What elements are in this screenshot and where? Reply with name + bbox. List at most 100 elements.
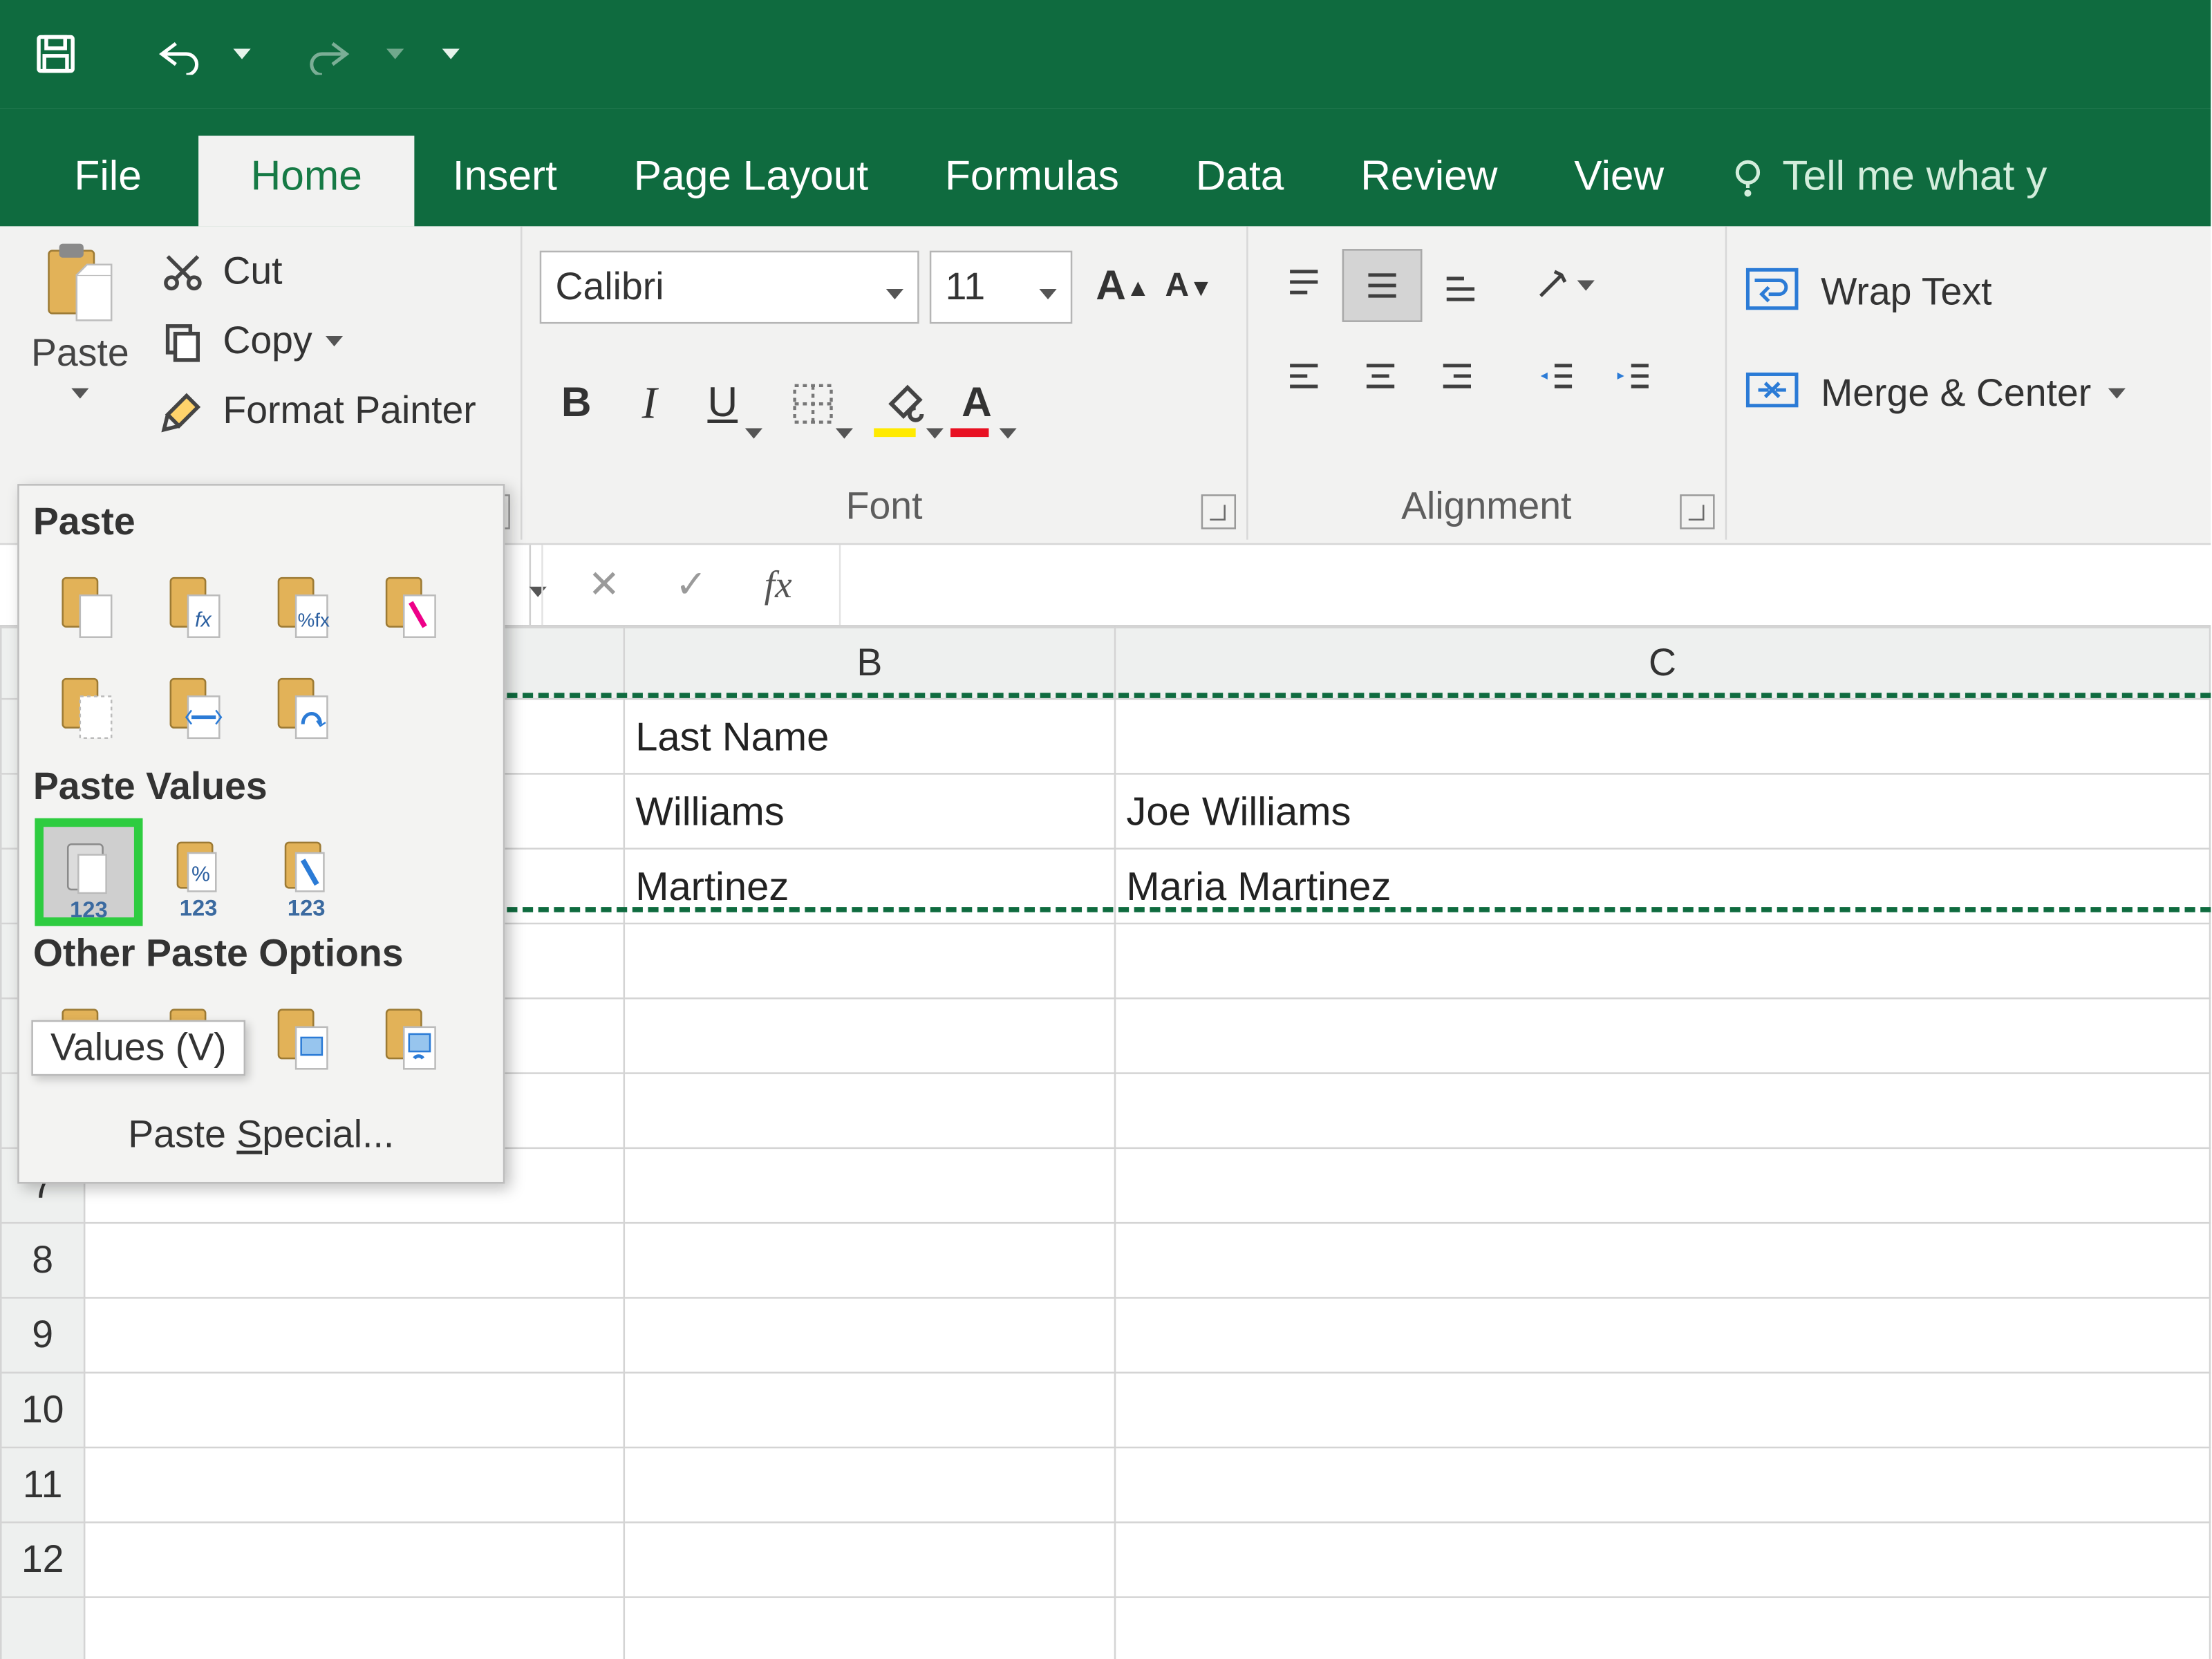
paste-linked-picture-button[interactable] (364, 991, 458, 1085)
merge-dropdown[interactable] (2108, 388, 2126, 399)
font-color-button[interactable]: A (940, 367, 1013, 440)
formula-input[interactable] (841, 545, 2211, 625)
paste-formulas-button[interactable]: fx (148, 559, 242, 653)
paste-label: Paste (31, 330, 129, 375)
table-row: 12 (1, 1522, 2210, 1597)
format-painter-button[interactable]: Format Painter (157, 376, 503, 446)
format-painter-label: Format Painter (223, 388, 476, 433)
redo-button[interactable] (289, 12, 373, 96)
cell-C2[interactable]: Joe Williams (1115, 774, 2210, 848)
cell-B1[interactable]: Last Name (624, 699, 1115, 774)
paste-values-section-header: Paste Values (33, 765, 489, 809)
tab-formulas[interactable]: Formulas (907, 135, 1158, 226)
group-wrap-merge: Wrap Text Merge & Center (1727, 226, 2211, 539)
group-alignment: Alignment (1248, 226, 1727, 539)
decrease-indent-button[interactable] (1519, 341, 1596, 411)
alignment-launcher[interactable] (1680, 494, 1714, 529)
tab-file[interactable]: File (17, 135, 198, 226)
copy-button[interactable]: Copy (157, 306, 503, 376)
align-center-button[interactable] (1342, 341, 1418, 411)
paste-picture-button[interactable] (256, 991, 350, 1085)
fx-button[interactable]: fx (735, 562, 822, 607)
align-right-button[interactable] (1418, 341, 1495, 411)
cell-B2[interactable]: Williams (624, 774, 1115, 848)
other-paste-section-header: Other Paste Options (33, 931, 489, 976)
group-alignment-label: Alignment (1248, 484, 1725, 529)
paste-no-borders-button[interactable] (40, 659, 134, 753)
tab-insert[interactable]: Insert (414, 135, 595, 226)
copy-icon (157, 315, 209, 368)
wrap-text-button[interactable]: Wrap Text (1744, 247, 2193, 338)
increase-font-button[interactable]: A▲ (1090, 252, 1156, 322)
italic-button[interactable]: I (613, 367, 686, 440)
col-header-C[interactable]: C (1115, 628, 2210, 699)
bold-button[interactable]: B (540, 367, 613, 440)
paste-keep-source-button[interactable] (364, 559, 458, 653)
save-button[interactable] (14, 12, 97, 96)
underline-button[interactable]: U (686, 367, 759, 440)
tab-view[interactable]: View (1536, 135, 1703, 226)
font-launcher[interactable] (1201, 494, 1235, 529)
align-bottom-button[interactable] (1422, 251, 1499, 321)
merge-icon (1744, 367, 1803, 420)
font-name-combo[interactable]: Calibri (540, 251, 919, 324)
decrease-font-button[interactable]: A▼ (1156, 252, 1222, 322)
table-row: 10 (1, 1373, 2210, 1447)
cell-C3[interactable]: Maria Martinez (1115, 849, 2210, 924)
merge-center-button[interactable]: Merge & Center (1744, 348, 2193, 439)
ribbon-tabs: File Home Insert Page Layout Formulas Da… (0, 108, 2211, 226)
cancel-formula-button[interactable]: ✕ (561, 562, 648, 607)
qat-customize-dropdown[interactable] (435, 49, 467, 59)
undo-button[interactable] (135, 12, 219, 96)
paste-special-menu-item[interactable]: Paste Special... (33, 1102, 489, 1168)
paste-values-tooltip: Values (V) (31, 1020, 245, 1076)
font-size-value: 11 (946, 265, 986, 310)
row-header-8[interactable]: 8 (1, 1223, 84, 1297)
font-name-value: Calibri (556, 265, 664, 310)
undo-dropdown[interactable] (226, 49, 257, 59)
cut-button[interactable]: Cut (157, 236, 503, 306)
tab-home[interactable]: Home (198, 135, 414, 226)
copy-dropdown[interactable] (326, 336, 344, 346)
svg-text:fx: fx (195, 609, 212, 632)
paste-values-source-format-button[interactable]: 123 (259, 823, 353, 917)
paste-all-button[interactable] (40, 559, 134, 653)
enter-formula-button[interactable]: ✓ (648, 562, 735, 607)
table-row: 11 (1, 1447, 2210, 1522)
row-header-9[interactable]: 9 (1, 1297, 84, 1372)
table-row (1, 1597, 2210, 1659)
font-size-combo[interactable]: 11 (930, 251, 1073, 324)
paste-keep-widths-button[interactable] (148, 659, 242, 753)
paste-transpose-button[interactable] (256, 659, 350, 753)
increase-indent-button[interactable] (1596, 341, 1673, 411)
col-header-B[interactable]: B (624, 628, 1115, 699)
tab-review[interactable]: Review (1322, 135, 1536, 226)
tell-me-search[interactable]: Tell me what y (1703, 135, 2061, 226)
row-header-10[interactable]: 10 (1, 1373, 84, 1447)
paste-button[interactable]: Paste (17, 236, 142, 459)
paste-values-button[interactable]: 123 (40, 823, 138, 921)
align-top-button[interactable] (1265, 251, 1342, 321)
table-row: 9 (1, 1297, 2210, 1372)
merge-center-label: Merge & Center (1821, 371, 2091, 415)
tab-data[interactable]: Data (1157, 135, 1322, 226)
cell-B3[interactable]: Martinez (624, 849, 1115, 924)
row-header-11[interactable]: 11 (1, 1447, 84, 1522)
align-left-button[interactable] (1265, 341, 1342, 411)
align-middle-button[interactable] (1342, 249, 1422, 322)
paste-formulas-number-button[interactable]: %fx (256, 559, 350, 653)
clipboard-icon (38, 241, 122, 324)
orientation-button[interactable] (1523, 251, 1600, 321)
tab-page-layout[interactable]: Page Layout (595, 135, 906, 226)
redo-dropdown[interactable] (379, 49, 411, 59)
paste-options-popup: Paste fx %fx Paste Values 123 %123 123 O… (17, 484, 505, 1183)
group-font-label: Font (523, 484, 1246, 529)
paste-dropdown[interactable] (71, 376, 88, 404)
paste-values-number-button[interactable]: %123 (151, 823, 245, 917)
svg-text:%fx: %fx (298, 610, 330, 631)
row-header-12[interactable]: 12 (1, 1522, 84, 1597)
paintbrush-icon (157, 385, 209, 438)
borders-button[interactable] (776, 367, 850, 440)
fill-color-button[interactable] (867, 367, 940, 440)
cell-C1[interactable] (1115, 699, 2210, 774)
